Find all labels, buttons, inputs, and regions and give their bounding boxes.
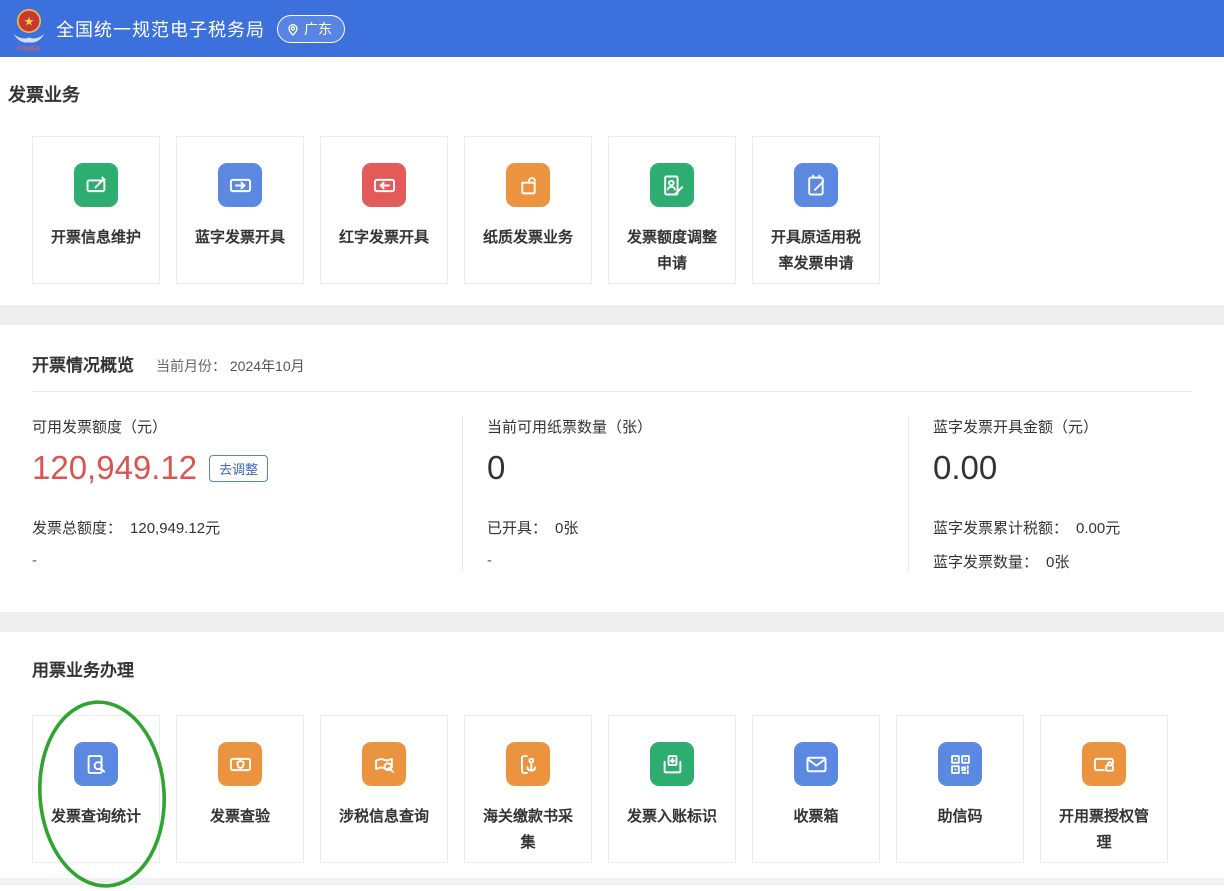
adjust-quota-button[interactable]: 去调整: [209, 455, 268, 482]
envelope-icon: [794, 742, 838, 786]
card-tax-info-query[interactable]: 涉税信息查询: [320, 715, 448, 863]
card-label: 海关缴款书采集: [465, 804, 591, 856]
location-pin-icon: [285, 21, 301, 37]
card-invoice-quota-adjust[interactable]: 发票额度调整申请: [608, 136, 736, 284]
invoice-services-section: 发票业务 开票信息维护 蓝字发票开具 红字发: [0, 57, 1224, 305]
card-label: 开用票授权管理: [1041, 804, 1167, 856]
bottom-separator: [0, 878, 1224, 885]
stat-blue-invoice-amount: 蓝字发票开具金额（元） 0.00 蓝字发票累计税额： 0.00元 蓝字发票数量： 0…: [908, 416, 1224, 572]
card-label: 助信码: [922, 804, 997, 830]
card-label: 涉税信息查询: [324, 804, 444, 830]
card-label: 纸质发票业务: [468, 225, 588, 251]
card-invoice-verification[interactable]: 发票查验: [176, 715, 304, 863]
card-customs-payment-collection[interactable]: 海关缴款书采集: [464, 715, 592, 863]
card-assist-code[interactable]: 助信码: [896, 715, 1024, 863]
ticket-arrow-right-icon: [218, 163, 262, 207]
card-invoice-query-statistics[interactable]: 发票查询统计: [32, 715, 160, 863]
card-label: 红字发票开具: [324, 225, 444, 251]
region-label: 广东: [304, 19, 332, 39]
card-label: 发票额度调整申请: [609, 225, 735, 277]
blue-invoice-tax-row: 蓝字发票累计税额： 0.00元: [933, 517, 1224, 538]
blue-invoice-count-label: 蓝字发票数量：: [933, 554, 1038, 571]
card-blue-invoice-issue[interactable]: 蓝字发票开具: [176, 136, 304, 284]
paper-ticket-count-value: 0: [487, 449, 505, 487]
total-quota-value: 120,949.12元: [130, 520, 220, 537]
ticket-shield-icon: [218, 742, 262, 786]
ticket-services-heading: 用票业务办理: [0, 632, 1224, 681]
invoicing-overview-section: 开票情况概览 当前月份： 2024年10月 可用发票额度（元） 120,949.…: [0, 325, 1224, 612]
document-search-icon: [74, 742, 118, 786]
qr-code-icon: [938, 742, 982, 786]
current-month-label: 当前月份：: [156, 358, 226, 374]
app-title: 全国统一规范电子税务局: [56, 16, 265, 42]
ticket-services-section: 用票业务办理 发票查询统计 发票查验: [0, 632, 1224, 885]
current-month: 当前月份： 2024年10月: [156, 356, 305, 376]
card-invoice-authorization-management[interactable]: 开用票授权管理: [1040, 715, 1168, 863]
card-label: 收票箱: [778, 804, 853, 830]
blue-invoice-tax-label: 蓝字发票累计税额：: [933, 520, 1068, 537]
card-label: 发票查验: [195, 804, 285, 830]
card-paper-invoice-services[interactable]: 纸质发票业务: [464, 136, 592, 284]
card-label: 蓝字发票开具: [180, 225, 300, 251]
blue-invoice-amount-value: 0.00: [933, 449, 997, 487]
available-quota-value: 120,949.12: [32, 449, 197, 487]
placeholder-dash: -: [487, 552, 908, 569]
ticket-edit-icon: [74, 163, 118, 207]
ticket-services-cards: 发票查询统计 发票查验 涉税信息查询: [32, 715, 1224, 863]
section-separator: [0, 305, 1224, 325]
clipboard-edit-icon: [794, 163, 838, 207]
top-bar: ★ 中国税务 全国统一规范电子税务局 广东: [0, 0, 1224, 57]
card-label: 发票查询统计: [36, 804, 156, 830]
map-search-icon: [362, 742, 406, 786]
card-original-tax-rate-invoice[interactable]: 开具原适用税率发票申请: [752, 136, 880, 284]
card-label: 发票入账标识: [612, 804, 732, 830]
card-invoice-info-maintenance[interactable]: 开票信息维护: [32, 136, 160, 284]
invoice-services-cards: 开票信息维护 蓝字发票开具 红字发票开具: [32, 136, 1224, 284]
stat-title: 当前可用纸票数量（张）: [487, 416, 908, 437]
hand-drawn-circle-annotation: [21, 694, 185, 891]
paper-invoice-bag-icon: [506, 163, 550, 207]
svg-text:中国税务: 中国税务: [17, 45, 41, 53]
issued-value: 0张: [555, 520, 578, 537]
blue-invoice-count-value: 0张: [1046, 554, 1069, 571]
stat-paper-ticket-count: 当前可用纸票数量（张） 0 已开具： 0张 -: [462, 416, 908, 572]
box-ticket-icon: [650, 742, 694, 786]
placeholder-dash: -: [32, 552, 462, 569]
stat-title: 蓝字发票开具金额（元）: [933, 416, 1224, 437]
stat-title: 可用发票额度（元）: [32, 416, 462, 437]
blue-invoice-tax-value: 0.00元: [1076, 520, 1120, 537]
overview-divider: [32, 391, 1192, 392]
card-label: 开票信息维护: [36, 225, 156, 251]
issued-row: 已开具： 0张: [487, 517, 908, 538]
invoice-services-heading: 发票业务: [0, 57, 1224, 107]
issued-label: 已开具：: [487, 520, 547, 537]
total-quota-label: 发票总额度：: [32, 520, 122, 537]
card-invoice-inbox[interactable]: 收票箱: [752, 715, 880, 863]
document-anchor-icon: [506, 742, 550, 786]
total-quota-row: 发票总额度： 120,949.12元: [32, 517, 462, 538]
stat-available-quota: 可用发票额度（元） 120,949.12 去调整 发票总额度： 120,949.1…: [0, 416, 462, 572]
card-label: 开具原适用税率发票申请: [753, 225, 879, 277]
overview-heading: 开票情况概览: [32, 351, 134, 376]
card-invoice-entry-flag[interactable]: 发票入账标识: [608, 715, 736, 863]
section-separator: [0, 612, 1224, 632]
tax-bureau-logo: ★ 中国税务: [10, 7, 48, 53]
svg-text:★: ★: [24, 14, 35, 28]
ticket-lock-icon: [1082, 742, 1126, 786]
document-person-edit-icon: [650, 163, 694, 207]
card-red-invoice-issue[interactable]: 红字发票开具: [320, 136, 448, 284]
current-month-value: 2024年10月: [230, 358, 305, 374]
blue-invoice-count-row: 蓝字发票数量： 0张: [933, 551, 1224, 572]
region-selector[interactable]: 广东: [277, 15, 345, 43]
ticket-arrow-left-icon: [362, 163, 406, 207]
